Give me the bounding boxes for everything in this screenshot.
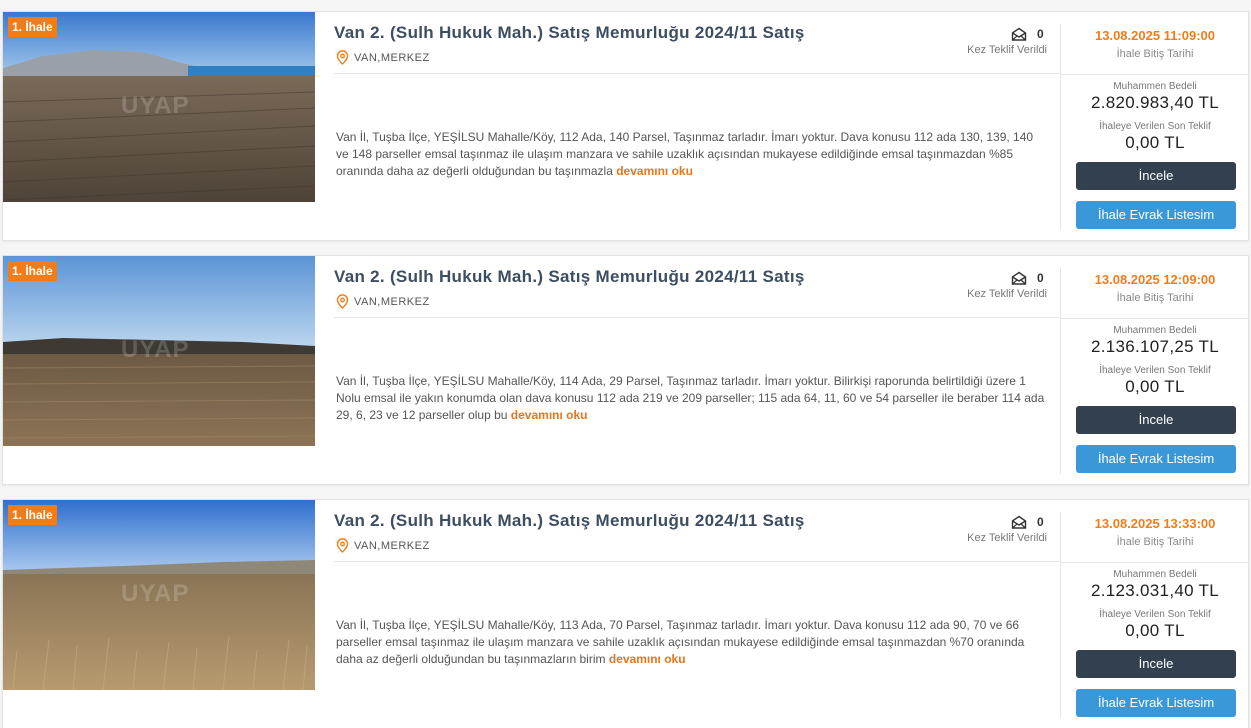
- location-text: VAN,MERKEZ: [354, 51, 430, 64]
- map-pin-icon: [336, 50, 349, 65]
- listing-photo[interactable]: UYAP 1. İhale: [3, 500, 315, 690]
- auction-end-label: İhale Bitiş Tarihi: [1116, 48, 1194, 60]
- description-text: Van İl, Tuşba İlçe, YEŞİLSU Mahalle/Köy,…: [336, 374, 1045, 422]
- divider: [334, 561, 1060, 562]
- estimated-value: 2.136.107,25 TL: [1090, 337, 1219, 356]
- offer-count-label: Kez Teklif Verildi: [967, 44, 1047, 56]
- listing-card[interactable]: UYAP 1. İhale Van 2. (Sulh Hukuk Mah.) S…: [2, 11, 1249, 241]
- offer-count-block: 0 Kez Teklif Verildi: [963, 27, 1047, 56]
- divider: [1061, 74, 1249, 75]
- listing-location: VAN,MERKEZ: [336, 538, 430, 553]
- last-bid-label: İhaleye Verilen Son Teklif: [1099, 121, 1211, 132]
- map-pin-icon: [336, 294, 349, 309]
- inspect-button[interactable]: İncele: [1076, 162, 1236, 190]
- offer-count: 0: [1037, 515, 1044, 529]
- last-bid-value: 0,00 TL: [1125, 377, 1185, 396]
- envelope-open-icon: [1011, 27, 1027, 41]
- location-text: VAN,MERKEZ: [354, 539, 430, 552]
- uyap-watermark: UYAP: [121, 580, 190, 607]
- listing-photo[interactable]: UYAP 1. İhale: [3, 12, 315, 202]
- estimated-value: 2.123.031,40 TL: [1090, 581, 1219, 600]
- offer-count-label: Kez Teklif Verildi: [967, 288, 1047, 300]
- location-text: VAN,MERKEZ: [354, 295, 430, 308]
- offer-count: 0: [1037, 27, 1044, 41]
- auction-end-label: İhale Bitiş Tarihi: [1116, 536, 1194, 548]
- last-bid-value: 0,00 TL: [1125, 621, 1185, 640]
- offer-count-block: 0 Kez Teklif Verildi: [963, 271, 1047, 300]
- auction-end-date: 13.08.2025 12:09:00: [1094, 272, 1216, 287]
- uyap-watermark: UYAP: [121, 92, 190, 119]
- inspect-button[interactable]: İncele: [1076, 406, 1236, 434]
- listing-description: Van İl, Tuşba İlçe, YEŞİLSU Mahalle/Köy,…: [336, 373, 1048, 424]
- auction-round-badge: 1. İhale: [8, 17, 57, 37]
- divider: [1061, 318, 1249, 319]
- listing-location: VAN,MERKEZ: [336, 50, 430, 65]
- auction-end-date: 13.08.2025 13:33:00: [1094, 516, 1216, 531]
- auction-end-label: İhale Bitiş Tarihi: [1116, 292, 1194, 304]
- offer-count: 0: [1037, 271, 1044, 285]
- estimated-value-label: Muhammen Bedeli: [1113, 325, 1197, 336]
- listing-title[interactable]: Van 2. (Sulh Hukuk Mah.) Satış Memurluğu…: [334, 511, 805, 531]
- listing-card[interactable]: UYAP 1. İhale Van 2. (Sulh Hukuk Mah.) S…: [2, 499, 1249, 728]
- listing-title[interactable]: Van 2. (Sulh Hukuk Mah.) Satış Memurluğu…: [334, 267, 805, 287]
- offer-count-block: 0 Kez Teklif Verildi: [963, 515, 1047, 544]
- listing-card[interactable]: UYAP 1. İhale Van 2. (Sulh Hukuk Mah.) S…: [2, 255, 1249, 485]
- estimated-value-label: Muhammen Bedeli: [1113, 569, 1197, 580]
- uyap-watermark: UYAP: [121, 336, 190, 363]
- map-pin-icon: [336, 538, 349, 553]
- auction-end-date: 13.08.2025 11:09:00: [1095, 28, 1215, 43]
- last-bid-label: İhaleye Verilen Son Teklif: [1099, 609, 1211, 620]
- divider: [334, 73, 1060, 74]
- envelope-open-icon: [1011, 515, 1027, 529]
- estimated-value: 2.820.983,40 TL: [1090, 93, 1219, 112]
- auction-round-badge: 1. İhale: [8, 505, 57, 525]
- read-more-link[interactable]: devamını oku: [616, 164, 693, 178]
- envelope-open-icon: [1011, 271, 1027, 285]
- listing-description: Van İl, Tuşba İlçe, YEŞİLSU Mahalle/Köy,…: [336, 617, 1048, 668]
- listing-location: VAN,MERKEZ: [336, 294, 430, 309]
- read-more-link[interactable]: devamını oku: [511, 408, 588, 422]
- auction-round-badge: 1. İhale: [8, 261, 57, 281]
- last-bid-label: İhaleye Verilen Son Teklif: [1099, 365, 1211, 376]
- auction-documents-button[interactable]: İhale Evrak Listesim: [1076, 201, 1236, 229]
- read-more-link[interactable]: devamını oku: [609, 652, 686, 666]
- last-bid-value: 0,00 TL: [1125, 133, 1185, 152]
- offer-count-label: Kez Teklif Verildi: [967, 532, 1047, 544]
- estimated-value-label: Muhammen Bedeli: [1113, 81, 1197, 92]
- listing-description: Van İl, Tuşba İlçe, YEŞİLSU Mahalle/Köy,…: [336, 129, 1048, 180]
- divider: [1061, 562, 1249, 563]
- listing-photo[interactable]: UYAP 1. İhale: [3, 256, 315, 446]
- auction-documents-button[interactable]: İhale Evrak Listesim: [1076, 689, 1236, 717]
- listing-title[interactable]: Van 2. (Sulh Hukuk Mah.) Satış Memurluğu…: [334, 23, 805, 43]
- auction-documents-button[interactable]: İhale Evrak Listesim: [1076, 445, 1236, 473]
- inspect-button[interactable]: İncele: [1076, 650, 1236, 678]
- divider: [334, 317, 1060, 318]
